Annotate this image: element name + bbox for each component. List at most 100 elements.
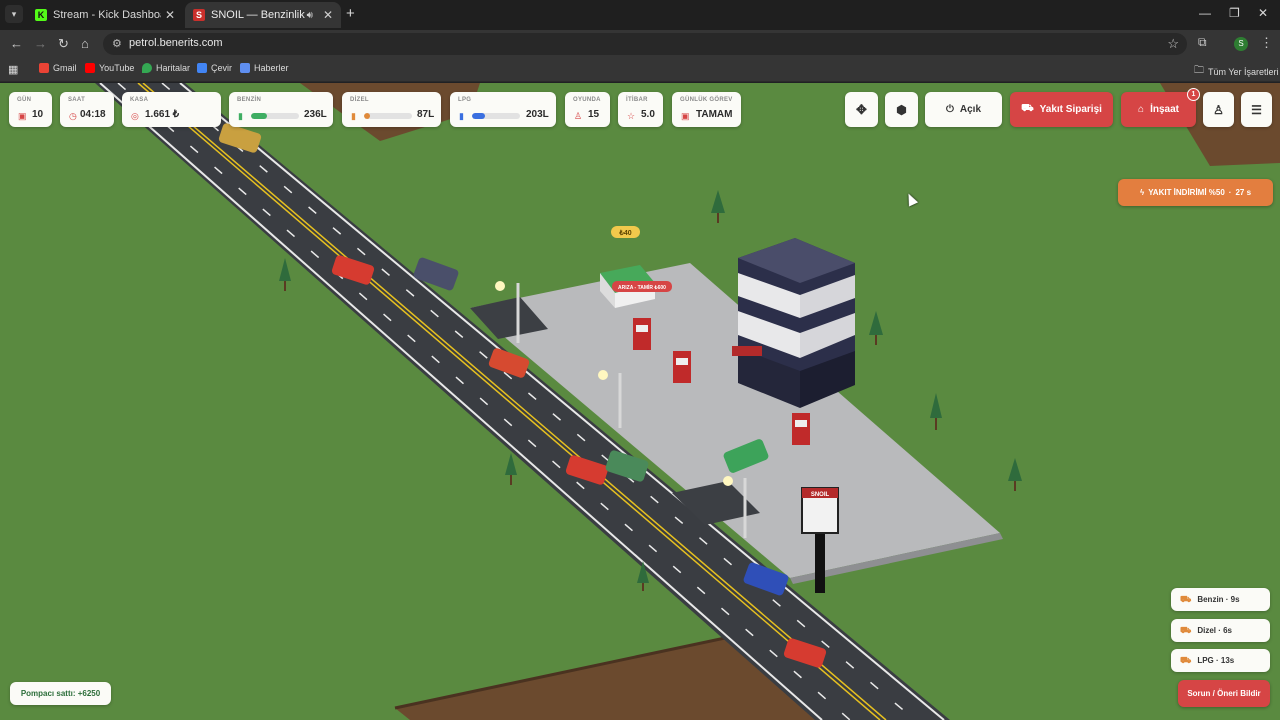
sign-brand-text: SNOIL <box>811 492 830 498</box>
fuel-can-icon: ▮ <box>351 111 356 121</box>
maps-icon <box>142 63 152 73</box>
bookmark-label: Haberler <box>254 63 289 73</box>
user-icon: ♙ <box>574 111 583 121</box>
bookmarks-bar: ▦ Gmail YouTube Haritalar Çevir Haberler… <box>0 58 1280 82</box>
all-bookmarks[interactable]: 🗀 Tüm Yer İşaretleri <box>1194 63 1279 80</box>
bookmark-gmail[interactable]: Gmail <box>39 63 77 73</box>
back-icon[interactable]: ← <box>10 36 23 52</box>
bookmark-label: Haritalar <box>156 63 191 73</box>
stat-value: 15 <box>588 109 600 120</box>
move-button[interactable]: ✥ <box>845 92 878 127</box>
players-stat: OYUNDA ♙ 15 <box>565 92 610 127</box>
bookmark-haritalar[interactable]: Haritalar <box>142 63 190 73</box>
close-icon[interactable]: ✕ <box>323 8 333 22</box>
star-icon: ☆ <box>627 111 636 121</box>
tab-strip: ▾ K Stream - Kick Dashboard ✕ S SNOIL — … <box>0 0 1280 30</box>
fuel-order-label: Yakıt Siparişi <box>1039 104 1102 115</box>
diesel-stat: DİZEL ▮ 87L <box>342 92 441 127</box>
browser-toolbar: ← → ↻ ⌂ ⚙ petrol.benerits.com ☆ <box>0 30 1280 58</box>
profile-avatar[interactable]: S <box>1234 37 1248 51</box>
profile-button[interactable]: ♙ <box>1203 92 1234 127</box>
home-icon[interactable]: ⌂ <box>81 36 89 52</box>
kick-icon: K <box>35 9 47 21</box>
gasoline-stat: BENZİN ▮ 236L <box>229 92 333 127</box>
reload-icon[interactable]: ↻ <box>58 36 69 52</box>
stat-label: OYUNDA <box>573 97 601 103</box>
close-icon[interactable]: ✕ <box>165 8 175 22</box>
promo-timer: 27 s <box>1235 188 1252 197</box>
minimize-icon[interactable]: — <box>1199 6 1211 20</box>
bookmark-youtube[interactable]: YouTube <box>85 63 134 73</box>
breakdown-tag-text: ARIZA - TAMİR ₺600 <box>618 284 666 291</box>
tab-search-button[interactable]: ▾ <box>5 5 23 23</box>
lightning-icon: ϟ <box>1139 188 1145 197</box>
fuel-pump <box>673 351 691 383</box>
fuel-can-icon: ▮ <box>459 111 464 121</box>
folder-icon: 🗀 <box>1194 65 1204 76</box>
gasoline-level-fill <box>251 113 268 119</box>
forward-icon[interactable]: → <box>34 36 47 52</box>
bookmark-label: Çevir <box>211 63 233 73</box>
delivery-diesel[interactable]: ⛟ Dizel · 6s <box>1171 619 1270 642</box>
diesel-level-bar <box>364 113 412 119</box>
stat-value: TAMAM <box>696 109 733 120</box>
view-3d-button[interactable]: ⬢ <box>885 92 918 127</box>
settings-button[interactable]: ☰ <box>1241 92 1272 127</box>
game-scene[interactable]: SNOIL ₺40 ARIZA - TAMİR ₺600 <box>0 83 1280 720</box>
stat-value: 87L <box>417 109 435 120</box>
window-close-icon[interactable]: ✕ <box>1258 6 1268 20</box>
gmail-icon <box>39 63 49 73</box>
breakdown-tag[interactable]: ARIZA - TAMİR ₺600 <box>612 281 672 292</box>
station-building <box>732 238 855 408</box>
fuel-order-button[interactable]: ⛟ Yakıt Siparişi <box>1010 92 1113 127</box>
stat-value: 5.0 <box>641 109 655 120</box>
extensions-icon[interactable]: ⧉ <box>1198 35 1207 50</box>
coin-icon: ◎ <box>131 111 139 121</box>
fuel-pump <box>792 413 810 445</box>
stat-label: GÜN <box>17 97 32 103</box>
bookmark-haberler[interactable]: Haberler <box>240 63 289 73</box>
cube-icon: ⬢ <box>896 102 907 117</box>
site-info-icon[interactable]: ⚙ <box>112 37 122 50</box>
promo-separator: · <box>1228 188 1232 197</box>
report-issue-button[interactable]: Sorun / Öneri Bildir <box>1178 680 1270 707</box>
address-bar[interactable]: ⚙ petrol.benerits.com ☆ <box>103 33 1187 55</box>
bookmark-label: Gmail <box>53 63 77 73</box>
apps-icon[interactable]: ▦ <box>8 63 18 76</box>
translate-icon <box>197 63 207 73</box>
game-viewport[interactable]: SNOIL ₺40 ARIZA - TAMİR ₺600 GÜN ▣ 10 SA… <box>0 83 1280 720</box>
lpg-level-fill <box>472 113 485 119</box>
cash-stat: KASA ◎ 1.661 ₺ <box>122 92 221 127</box>
snoil-icon: S <box>193 9 205 21</box>
move-icon: ✥ <box>856 101 867 117</box>
calendar-icon: ▣ <box>681 111 690 121</box>
stat-label: SAAT <box>68 97 86 103</box>
truck-icon: ⛟ <box>1180 654 1192 665</box>
fuel-discount-banner[interactable]: ϟ YAKIT İNDİRİMİ %50 · 27 s <box>1118 179 1273 206</box>
build-button[interactable]: ⌂ İnşaat <box>1121 92 1196 127</box>
lpg-stat: LPG ▮ 203L <box>450 92 556 127</box>
coin-tag[interactable]: ₺40 <box>611 226 640 238</box>
new-tab-button[interactable]: + <box>346 6 355 22</box>
daily-task-stat[interactable]: GÜNLÜK GÖREV ▣ TAMAM <box>672 92 741 127</box>
time-stat: SAAT ◷ 04:18 <box>60 92 114 127</box>
sale-toast: Pompacı sattı: +6250 <box>10 682 111 705</box>
restore-icon[interactable]: ❐ <box>1229 6 1240 20</box>
home-icon: ⌂ <box>1138 104 1145 115</box>
browser-menu-icon[interactable]: ⋮ <box>1260 35 1273 51</box>
youtube-icon <box>85 63 95 73</box>
speaker-icon[interactable]: 🔊︎ <box>307 10 313 21</box>
truck-icon: ⛟ <box>1180 593 1192 604</box>
tab-snoil[interactable]: S SNOIL — Benzinlik 🔊︎ ✕ <box>185 2 341 28</box>
fuel-can-icon: ▮ <box>238 111 243 121</box>
bookmark-star-icon[interactable]: ☆ <box>1167 36 1179 52</box>
delivery-lpg[interactable]: ⛟ LPG · 13s <box>1171 649 1270 672</box>
bookmark-cevir[interactable]: Çevir <box>197 63 232 73</box>
delivery-label: Benzin · 9s <box>1197 595 1240 604</box>
tab-title: Stream - Kick Dashboard <box>53 9 161 21</box>
tab-kick-dashboard[interactable]: K Stream - Kick Dashboard ✕ <box>27 2 183 28</box>
delivery-gasoline[interactable]: ⛟ Benzin · 9s <box>1171 588 1270 611</box>
news-icon <box>240 63 250 73</box>
bookmark-label: Tüm Yer İşaretleri <box>1208 66 1279 77</box>
open-status-button[interactable]: ⏻ Açık <box>925 92 1002 127</box>
